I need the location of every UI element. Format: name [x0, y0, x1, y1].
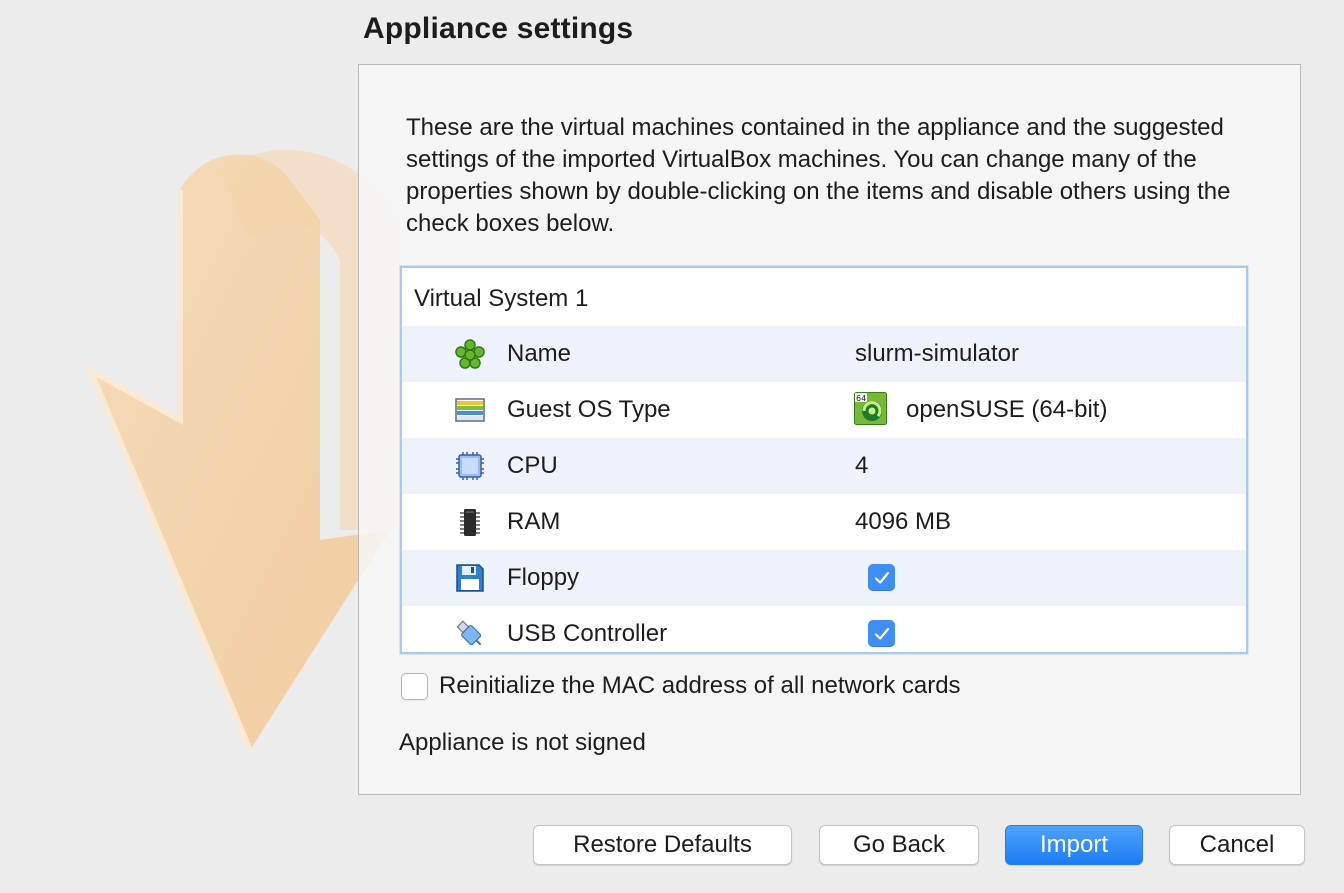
- tree-row-ram[interactable]: RAM 4096 MB: [402, 494, 1246, 550]
- tree-row-label: Name: [507, 340, 572, 367]
- appliance-tree[interactable]: Virtual System 1 Name slurm-simulator Gu…: [400, 266, 1248, 654]
- reinitialize-mac-label[interactable]: Reinitialize the MAC address of all netw…: [439, 672, 961, 700]
- restore-defaults-button[interactable]: Restore Defaults: [533, 825, 792, 865]
- os-type-icon: [455, 398, 485, 422]
- cpu-icon: [456, 452, 484, 480]
- tree-row-usb-controller[interactable]: USB Controller: [402, 606, 1246, 652]
- svg-text:64: 64: [856, 394, 866, 403]
- checkmark-icon: [874, 571, 889, 584]
- tree-row-name[interactable]: Name slurm-simulator: [402, 326, 1246, 382]
- import-arrow-watermark-icon: [83, 150, 400, 752]
- go-back-button[interactable]: Go Back: [819, 825, 979, 865]
- cancel-button[interactable]: Cancel: [1169, 825, 1305, 865]
- opensuse-icon: 64: [854, 392, 887, 425]
- tree-row-value[interactable]: slurm-simulator: [855, 340, 1019, 368]
- tree-row-label: RAM: [507, 508, 561, 535]
- checkmark-icon: [874, 627, 889, 640]
- description-text: These are the virtual machines contained…: [406, 114, 1231, 237]
- reinitialize-mac-option[interactable]: Reinitialize the MAC address of all netw…: [401, 672, 961, 700]
- tree-row-label: CPU: [507, 452, 558, 479]
- import-appliance-window: Appliance settings These are the virtual…: [0, 0, 1344, 893]
- usb-controller-checkbox[interactable]: [868, 620, 895, 647]
- virtual-system-header[interactable]: Virtual System 1: [402, 268, 1246, 326]
- tree-row-floppy[interactable]: Floppy: [402, 550, 1246, 606]
- floppy-checkbox[interactable]: [868, 564, 895, 591]
- tree-row-cpu[interactable]: CPU 4: [402, 438, 1246, 494]
- tree-row-label: Floppy: [507, 564, 580, 591]
- tree-row-value[interactable]: 4096 MB: [855, 508, 951, 536]
- tree-row-value[interactable]: openSUSE (64-bit): [906, 396, 1107, 424]
- tree-row-label: USB Controller: [507, 620, 668, 647]
- usb-icon: [456, 620, 482, 646]
- name-icon: [455, 339, 485, 369]
- page-title: Appliance settings: [363, 12, 634, 45]
- ram-icon: [460, 509, 480, 536]
- tree-row-value[interactable]: 4: [855, 452, 868, 480]
- tree-row-guest-os-type[interactable]: Guest OS Type 64 openSUSE (64-bit): [402, 382, 1246, 438]
- floppy-icon: [456, 564, 484, 592]
- import-button[interactable]: Import: [1005, 825, 1143, 865]
- reinitialize-mac-checkbox[interactable]: [401, 672, 428, 700]
- signature-status: Appliance is not signed: [399, 729, 646, 756]
- tree-row-label: Guest OS Type: [507, 396, 671, 423]
